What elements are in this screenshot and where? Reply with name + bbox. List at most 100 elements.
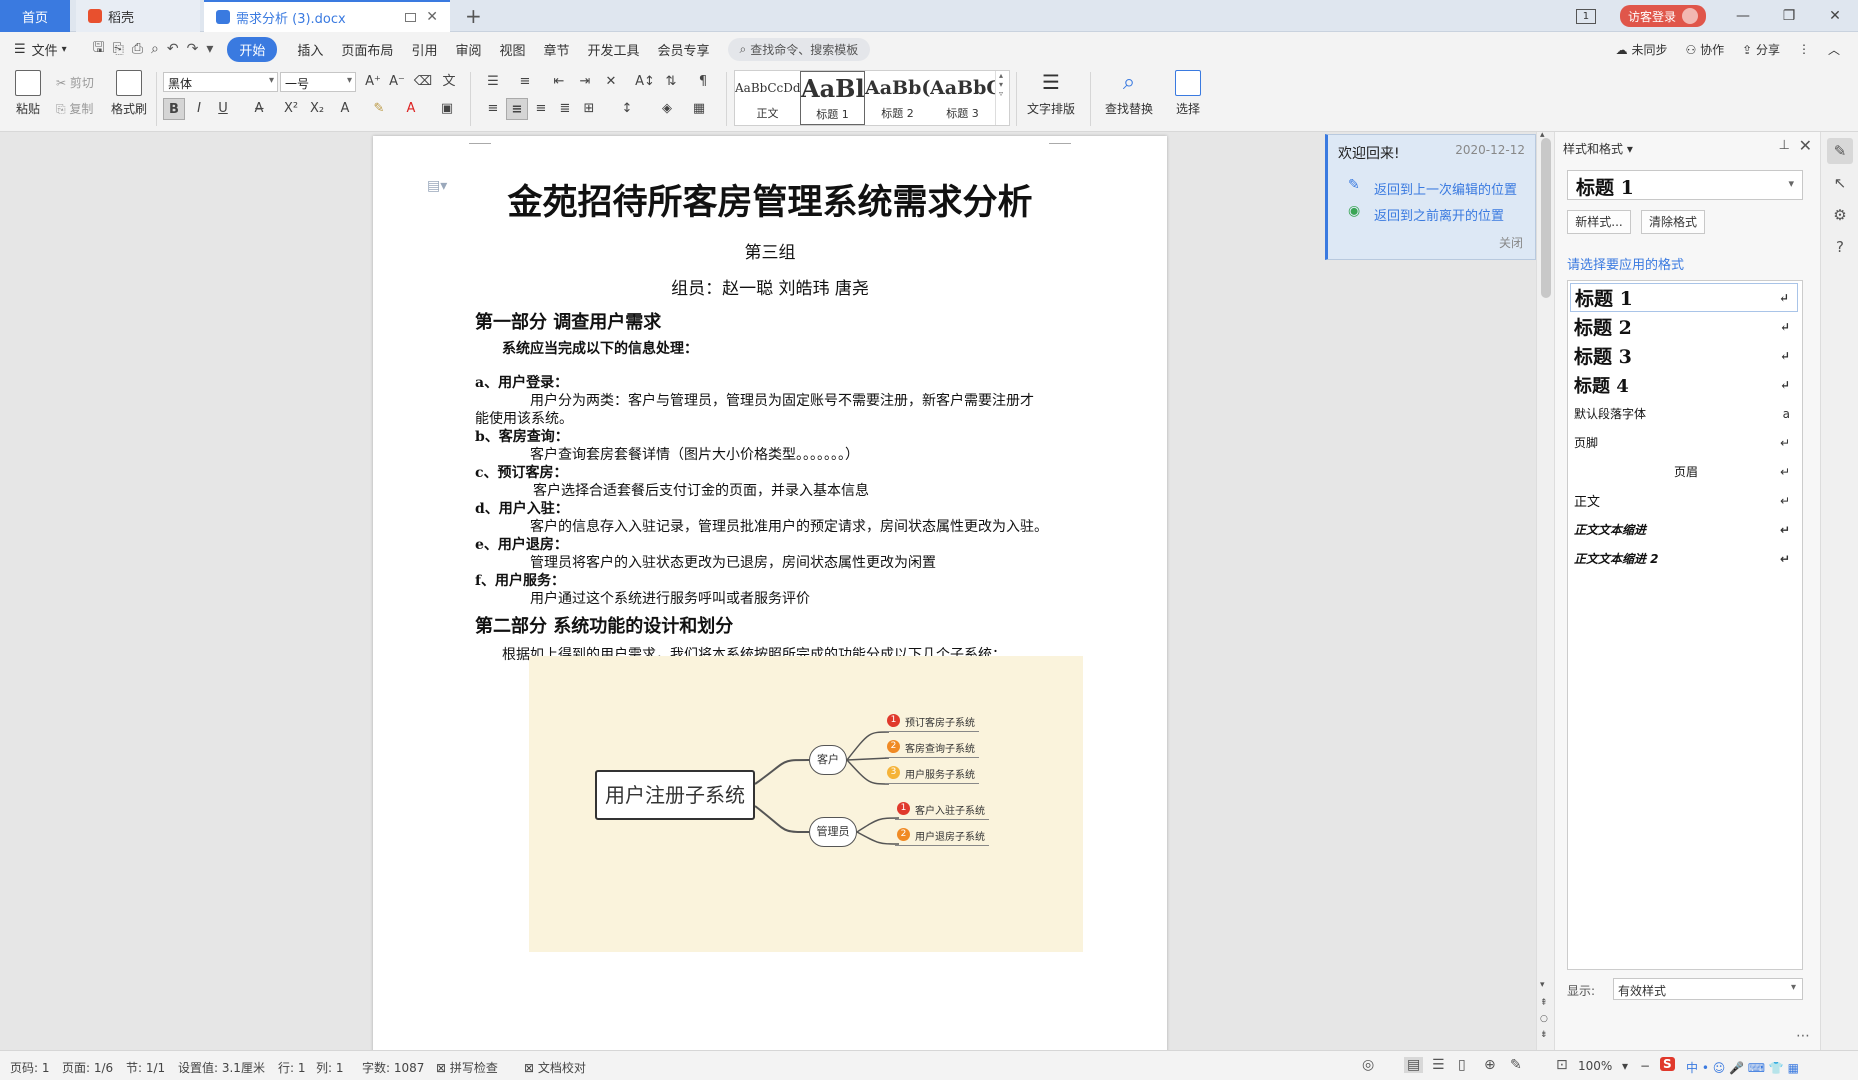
style-list-item[interactable]: 正文 ↵ [1570,486,1798,515]
scroll-down-icon[interactable]: ▾ [1540,980,1545,990]
sort-icon[interactable]: ⇅ [660,71,682,93]
page-view-icon[interactable]: ▤ [1404,1057,1424,1073]
superscript-icon[interactable]: X² [280,98,302,120]
pinyin-icon[interactable]: 文 [438,71,460,93]
style-heading1[interactable]: AaBl 标题 1 [800,71,865,125]
cut-button[interactable]: ✂ 剪切 [56,74,94,91]
text-effect-icon[interactable]: A [334,98,356,120]
ime-logo-icon[interactable]: S [1660,1057,1675,1071]
strikethrough-icon[interactable]: A̶ [248,98,270,120]
print-icon[interactable]: ⎙ [132,41,143,57]
float-window-icon[interactable] [405,12,417,22]
collab-button[interactable]: ⚇ 协作 [1686,41,1725,58]
write-view-icon[interactable]: ✎ [1510,1057,1522,1073]
bold-icon[interactable]: B [163,98,185,120]
paste-button[interactable]: 粘贴 [10,70,46,117]
align-left-icon[interactable]: ≡ [482,98,504,120]
status-words[interactable]: 字数: 1087 [362,1059,424,1076]
close-window-icon[interactable]: ✕ [1812,0,1858,32]
mindmap-image[interactable]: 用户注册子系统 客户 管理员 1 预订客房子系统 2 客房查询子系统 3 用户服务子系… [529,656,1083,952]
subscript-icon[interactable]: X₂ [306,98,328,120]
text-layout-button[interactable]: ☰ 文字排版 [1022,70,1080,117]
clear-format-icon[interactable]: ⌫ [412,71,434,93]
tab-home[interactable]: 首页 [0,0,70,32]
login-button[interactable]: 访客登录 [1619,5,1706,27]
shrink-font-icon[interactable]: A⁻ [386,71,408,93]
menu-developer[interactable]: 开发工具 [588,40,640,59]
status-row[interactable]: 行: 1 [278,1059,306,1076]
properties-icon[interactable]: ⚙ [1827,202,1853,228]
window-count-badge[interactable]: 1 [1575,8,1596,24]
style-list-item[interactable]: 标题 4 ↵ [1570,370,1798,399]
sync-button[interactable]: ☁ 未同步 [1616,41,1668,58]
close-panel-icon[interactable]: ✕ [1799,136,1812,155]
collapse-ribbon-icon[interactable]: ︿ [1828,41,1840,58]
numbered-list-icon[interactable]: ≡ [514,71,536,93]
distributed-icon[interactable]: ⊞ [578,98,600,120]
status-col[interactable]: 列: 1 [316,1059,344,1076]
close-tab-icon[interactable]: ✕ [426,9,438,25]
command-search[interactable]: ⌕ 查找命令、搜索模板 [727,37,871,61]
undo-icon[interactable]: ↶ [167,41,179,57]
status-page[interactable]: 页面: 1/6 [62,1059,113,1076]
status-page-num[interactable]: 页码: 1 [10,1059,50,1076]
reading-view-icon[interactable]: ▯ [1458,1057,1466,1073]
scrollbar-thumb[interactable] [1541,138,1551,298]
italic-icon[interactable]: I [188,98,210,120]
style-list-item[interactable]: 默认段落字体 a [1570,399,1798,428]
more-icon[interactable]: ⋮ [1798,42,1810,56]
help-icon[interactable]: ? [1827,234,1853,260]
outline-view-icon[interactable]: ☰ [1432,1057,1445,1073]
file-menu[interactable]: ☰ 文件 ▾ [14,40,67,59]
style-list-item[interactable]: 标题 1 ↵ [1570,283,1798,312]
select-object-icon[interactable]: ↖ [1827,170,1853,196]
align-center-icon[interactable]: ≡ [506,98,528,120]
style-list-item[interactable]: 正文文本缩进 2 ↵ [1570,544,1798,573]
pin-icon[interactable]: ⊥ [1779,138,1790,153]
copy-button[interactable]: ⎘ 复制 [56,100,93,117]
menu-review[interactable]: 审阅 [455,40,481,59]
redo-icon[interactable]: ↷ [187,41,199,57]
minimize-icon[interactable]: — [1720,0,1766,32]
proofread-button[interactable]: ⊠ 文档校对 [524,1059,586,1076]
menu-view[interactable]: 视图 [499,40,525,59]
next-page-icon[interactable]: ⇟ [1540,1030,1548,1040]
eye-protect-icon[interactable]: ◎ [1362,1057,1374,1073]
zoom-out-icon[interactable]: − [1640,1059,1650,1073]
style-list-item[interactable]: 页眉 ↵ [1570,457,1798,486]
font-name-select[interactable]: 黑体 [163,72,278,92]
panel-title[interactable]: 样式和格式 ▾ [1563,140,1633,157]
customize-icon[interactable]: ▾ [206,41,213,57]
style-heading3[interactable]: AaBbC 标题 3 [930,71,995,125]
prev-page-icon[interactable]: ⇞ [1540,998,1548,1008]
grow-font-icon[interactable]: A⁺ [362,71,384,93]
highlight-icon[interactable]: ✎ [368,98,390,120]
new-tab-button[interactable]: + [465,4,482,28]
menu-home[interactable]: 开始 [227,36,278,62]
style-gallery-scroll[interactable]: ▴ ▾ ▿ [995,71,1006,125]
tab-document[interactable]: 需求分析 (3).docx ✕ [204,0,450,32]
select-button[interactable]: 选择 [1168,70,1208,117]
style-list-item[interactable]: 标题 3 ↵ [1570,341,1798,370]
zoom-dropdown-icon[interactable]: ▾ [1622,1059,1628,1073]
share-button[interactable]: ⇪ 分享 [1742,41,1780,58]
select-browse-icon[interactable]: ○ [1540,1014,1548,1024]
clear-format-button[interactable]: 清除格式 [1641,210,1705,234]
document-scrollbar[interactable]: ▴ ▾ ⇞ ○ ⇟ [1536,130,1554,1050]
spell-check-button[interactable]: ⊠ 拼写检查 [436,1059,498,1076]
output-icon[interactable]: ⎘ [113,41,124,57]
decrease-indent-icon[interactable]: ⇤ [548,71,570,93]
more-icon[interactable]: ⋯ [1796,1028,1810,1044]
document-page[interactable]: ▤▾ 金苑招待所客房管理系统需求分析 第三组 组员：赵一聪 刘皓玮 唐尧 第一部… [373,136,1167,1050]
show-filter-select[interactable]: 有效样式 [1613,978,1803,1000]
menu-insert[interactable]: 插入 [297,40,323,59]
status-section[interactable]: 节: 1/1 [126,1059,165,1076]
welcome-close-button[interactable]: 关闭 [1499,234,1523,251]
ime-status-icons[interactable]: 中 • ☺ 🎤 ⌨ 👕 ▦ [1686,1059,1799,1076]
bullet-list-icon[interactable]: ☰ [482,71,504,93]
style-list-item[interactable]: 页脚 ↵ [1570,428,1798,457]
menu-section[interactable]: 章节 [543,40,569,59]
new-style-button[interactable]: 新样式... [1567,210,1631,234]
return-last-edit-link[interactable]: 返回到上一次编辑的位置 [1374,179,1517,198]
tab-daoke[interactable]: 稻壳 [76,0,200,32]
